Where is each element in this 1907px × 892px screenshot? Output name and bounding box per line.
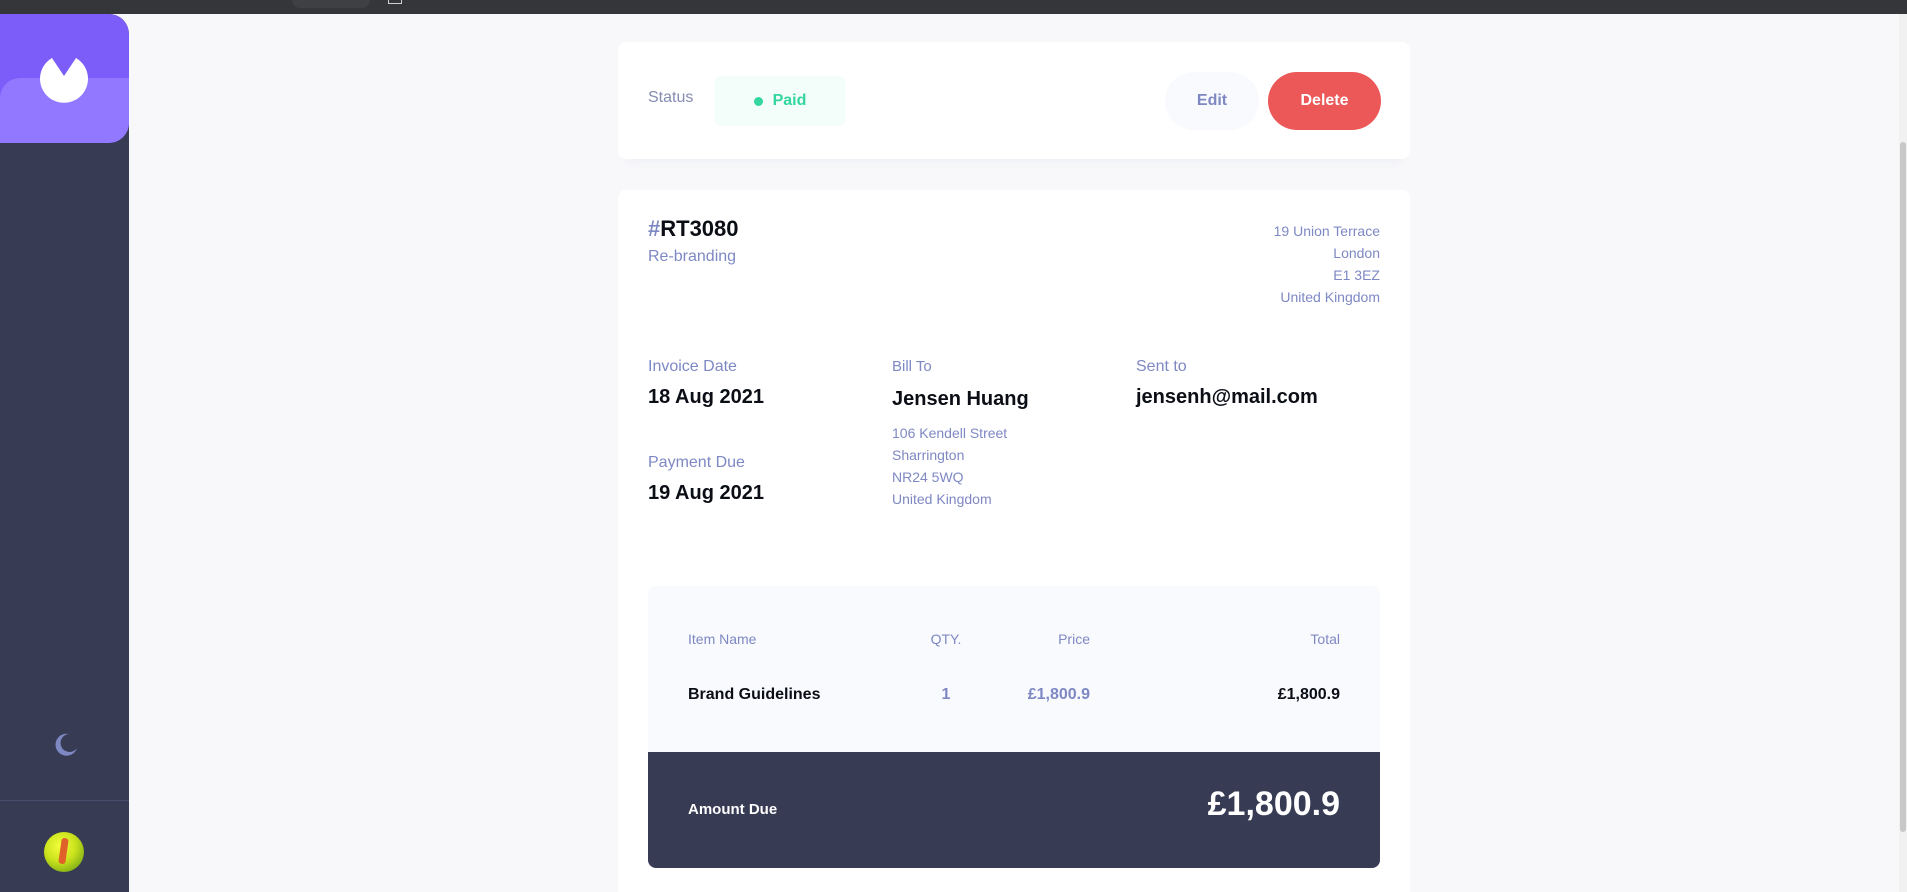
total-header: Total bbox=[1310, 631, 1340, 647]
user-avatar[interactable] bbox=[44, 832, 84, 872]
item-price: £1,800.9 bbox=[1027, 686, 1090, 703]
price-header: Price bbox=[1058, 631, 1090, 647]
invoice-id-number: RT3080 bbox=[660, 216, 739, 241]
item-total: £1,800.9 bbox=[1277, 686, 1340, 703]
sender-country: United Kingdom bbox=[1280, 289, 1380, 305]
client-address: 106 Kendell Street Sharrington NR24 5WQ … bbox=[892, 422, 1007, 510]
client-country: United Kingdom bbox=[892, 491, 992, 507]
browser-tab[interactable] bbox=[292, 0, 370, 8]
sidebar bbox=[0, 14, 129, 892]
brand-logo-icon bbox=[40, 58, 88, 103]
payment-due-value: 19 Aug 2021 bbox=[648, 482, 764, 504]
invoice-id-hash: # bbox=[648, 216, 661, 241]
edit-button[interactable]: Edit bbox=[1165, 72, 1259, 130]
scrollbar-thumb[interactable] bbox=[1900, 142, 1906, 832]
bill-to-label: Bill To bbox=[892, 358, 932, 375]
client-name: Jensen Huang bbox=[892, 388, 1029, 410]
status-bar: Status Paid Edit Delete bbox=[618, 42, 1410, 159]
amount-due-value: £1,800.9 bbox=[1207, 785, 1340, 823]
status-text: Paid bbox=[772, 92, 807, 109]
item-name-header: Item Name bbox=[688, 631, 757, 647]
payment-due-label: Payment Due bbox=[648, 454, 745, 471]
amount-due-label: Amount Due bbox=[688, 801, 778, 818]
item-qty: 1 bbox=[941, 686, 951, 703]
sender-city: London bbox=[1333, 245, 1380, 261]
invoice-detail-card: #RT3080 Re-branding 19 Union Terrace Lon… bbox=[618, 190, 1410, 892]
client-post-code: NR24 5WQ bbox=[892, 469, 964, 485]
sender-address: 19 Union Terrace London E1 3EZ United Ki… bbox=[1274, 220, 1380, 308]
status-badge: Paid bbox=[715, 76, 845, 126]
status-dot-icon bbox=[753, 96, 763, 106]
invoice-id: #RT3080 bbox=[648, 216, 739, 242]
invoice-date-label: Invoice Date bbox=[648, 358, 737, 375]
client-street: 106 Kendell Street bbox=[892, 425, 1008, 441]
document-icon bbox=[388, 0, 402, 4]
logo-button[interactable] bbox=[0, 14, 129, 143]
invoice-description: Re-branding bbox=[648, 248, 737, 265]
sidebar-divider bbox=[0, 800, 129, 801]
sent-to-label: Sent to bbox=[1136, 358, 1187, 375]
theme-toggle-button[interactable] bbox=[50, 729, 80, 764]
status-label: Status bbox=[648, 89, 694, 106]
page-scrollbar[interactable] bbox=[1899, 14, 1907, 892]
client-city: Sharrington bbox=[892, 447, 965, 463]
amount-due-bar: Amount Due £1,800.9 bbox=[648, 752, 1380, 868]
sender-post-code: E1 3EZ bbox=[1333, 267, 1380, 283]
qty-header: QTY. bbox=[930, 631, 962, 647]
invoice-date-value: 18 Aug 2021 bbox=[648, 386, 764, 408]
delete-button[interactable]: Delete bbox=[1268, 72, 1381, 130]
items-table: Item Name QTY. Price Total Brand Guideli… bbox=[648, 586, 1380, 752]
moon-icon bbox=[55, 733, 77, 756]
browser-top-bar bbox=[0, 0, 1907, 14]
client-email: jensenh@mail.com bbox=[1136, 386, 1318, 408]
sender-street: 19 Union Terrace bbox=[1273, 223, 1380, 239]
item-name: Brand Guidelines bbox=[688, 686, 821, 703]
